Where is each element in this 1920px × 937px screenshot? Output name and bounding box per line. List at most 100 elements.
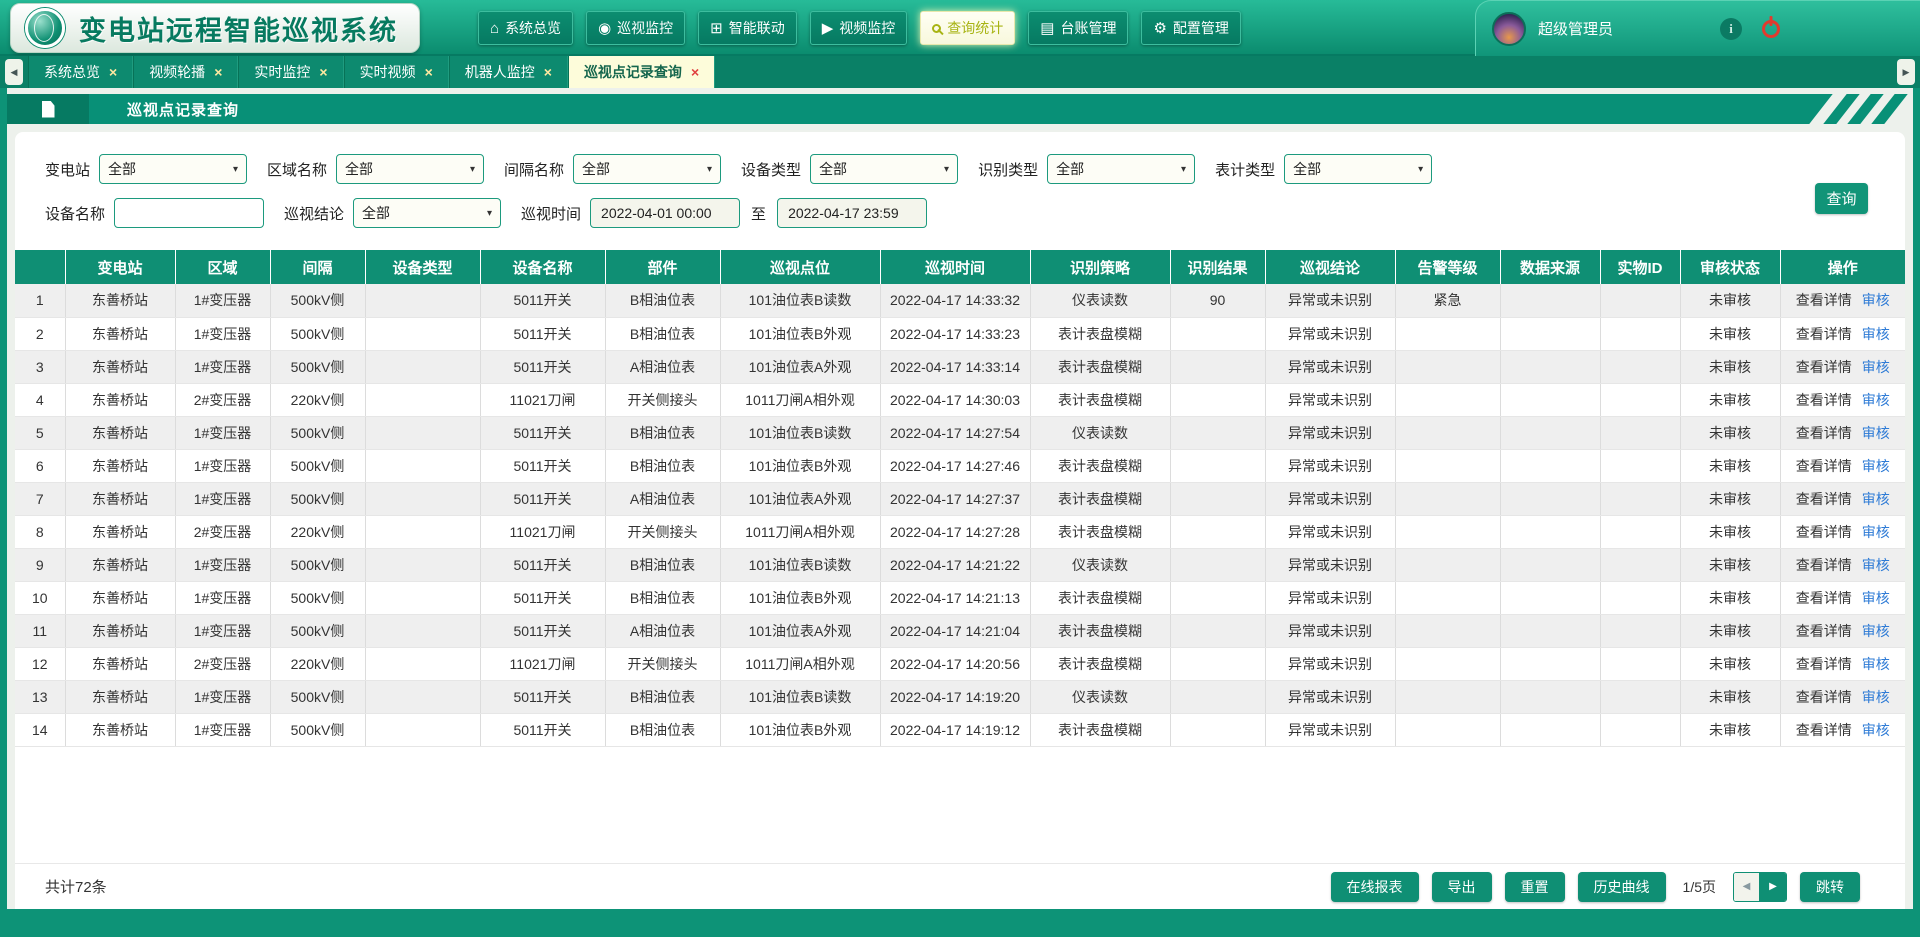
table-cell: 未审核 (1680, 647, 1780, 680)
tab-close-icon[interactable]: × (109, 65, 117, 79)
table-cell: 1#变压器 (175, 284, 270, 317)
table-cell: 2022-04-17 14:33:32 (880, 284, 1030, 317)
tab-realtime-monitor[interactable]: 实时监控× (238, 56, 343, 88)
table-cell (1500, 713, 1600, 746)
export-button[interactable]: 导出 (1432, 872, 1492, 902)
table-cell: 未审核 (1680, 581, 1780, 614)
table-row: 8东善桥站2#变压器220kV侧11021刀闸开关侧接头1011刀闸A相外观20… (15, 515, 1905, 548)
device-name-input[interactable] (114, 198, 264, 228)
time-from-input[interactable]: 2022-04-01 00:00 (590, 198, 740, 228)
meter-type-select[interactable]: 全部▾ (1284, 154, 1432, 184)
view-detail-link[interactable]: 查看详情 (1796, 722, 1852, 738)
nav-inspection-monitor[interactable]: ◉巡视监控 (586, 11, 685, 45)
nav-video-monitor[interactable]: ▶视频监控 (810, 11, 908, 45)
view-detail-link[interactable]: 查看详情 (1796, 656, 1852, 672)
nav-config[interactable]: ⚙配置管理 (1141, 11, 1240, 45)
view-detail-link[interactable]: 查看详情 (1796, 292, 1852, 308)
audit-link[interactable]: 审核 (1862, 590, 1890, 606)
conclusion-select[interactable]: 全部 ▾ (353, 198, 501, 228)
search-button[interactable]: 查询 (1815, 183, 1868, 214)
substation-select-label: 变电站 (45, 159, 90, 180)
table-cell (1500, 449, 1600, 482)
audit-link[interactable]: 审核 (1862, 623, 1890, 639)
state-grid-logo-icon (25, 8, 65, 48)
column-header: 设备名称 (480, 250, 605, 284)
tab-scroll-left-icon[interactable]: ◀ (5, 59, 23, 85)
view-detail-link[interactable]: 查看详情 (1796, 491, 1852, 507)
nav-ledger[interactable]: ▤台账管理 (1028, 11, 1128, 45)
tab-video-carousel[interactable]: 视频轮播× (133, 56, 238, 88)
view-detail-link[interactable]: 查看详情 (1796, 425, 1852, 441)
tab-close-icon[interactable]: × (425, 65, 433, 79)
audit-link[interactable]: 审核 (1862, 458, 1890, 474)
audit-link[interactable]: 审核 (1862, 524, 1890, 540)
tab-close-icon[interactable]: × (691, 65, 699, 79)
audit-link[interactable]: 审核 (1862, 689, 1890, 705)
audit-link[interactable]: 审核 (1862, 656, 1890, 672)
tab-realtime-video[interactable]: 实时视频× (344, 56, 449, 88)
audit-link[interactable]: 审核 (1862, 392, 1890, 408)
info-icon[interactable]: i (1720, 18, 1742, 40)
actions-cell: 查看详情审核 (1780, 680, 1905, 713)
jump-button[interactable]: 跳转 (1800, 872, 1860, 902)
user-avatar[interactable] (1492, 12, 1526, 46)
power-icon[interactable] (1762, 20, 1780, 38)
prev-page-icon[interactable]: ◀ (1734, 873, 1760, 901)
device-type-select-group: 设备类型全部▾ (741, 154, 958, 184)
device-type-select[interactable]: 全部▾ (810, 154, 958, 184)
table-cell: 异常或未识别 (1265, 350, 1395, 383)
logo-panel: 变电站远程智能巡视系统 (10, 3, 420, 53)
audit-link[interactable]: 审核 (1862, 491, 1890, 507)
bay-select[interactable]: 全部▾ (573, 154, 721, 184)
tab-system-overview[interactable]: 系统总览× (28, 56, 133, 88)
table-cell: 1#变压器 (175, 614, 270, 647)
table-cell: 未审核 (1680, 713, 1780, 746)
table-cell: 东善桥站 (65, 548, 175, 581)
audit-link[interactable]: 审核 (1862, 722, 1890, 738)
reset-button[interactable]: 重置 (1505, 872, 1565, 902)
view-detail-link[interactable]: 查看详情 (1796, 623, 1852, 639)
table-cell: B相油位表 (605, 548, 720, 581)
nav-query-stats[interactable]: 查询统计 (920, 11, 1015, 45)
view-detail-link[interactable]: 查看详情 (1796, 326, 1852, 342)
audit-link[interactable]: 审核 (1862, 359, 1890, 375)
audit-link[interactable]: 审核 (1862, 425, 1890, 441)
nav-overview[interactable]: ⌂系统总览 (478, 11, 573, 45)
view-detail-link[interactable]: 查看详情 (1796, 458, 1852, 474)
audit-link[interactable]: 审核 (1862, 326, 1890, 342)
page-indicator: 1/5页 (1683, 877, 1716, 897)
tab-scroll-right-icon[interactable]: ▶ (1897, 59, 1915, 85)
history-curve-button[interactable]: 历史曲线 (1578, 872, 1666, 902)
nav-smart-linkage[interactable]: ⊞智能联动 (698, 11, 797, 45)
tab-record-query[interactable]: 巡视点记录查询× (568, 56, 715, 88)
tab-robot-monitor[interactable]: 机器人监控× (449, 56, 568, 88)
online-report-button[interactable]: 在线报表 (1331, 872, 1419, 902)
audit-link[interactable]: 审核 (1862, 557, 1890, 573)
view-detail-link[interactable]: 查看详情 (1796, 524, 1852, 540)
query-card: 变电站全部▾区域名称全部▾间隔名称全部▾设备类型全部▾识别类型全部▾表计类型全部… (15, 132, 1905, 909)
table-cell: 未审核 (1680, 350, 1780, 383)
view-detail-link[interactable]: 查看详情 (1796, 359, 1852, 375)
view-detail-link[interactable]: 查看详情 (1796, 689, 1852, 705)
area-select[interactable]: 全部▾ (336, 154, 484, 184)
next-page-icon[interactable]: ▶ (1760, 873, 1786, 901)
column-header: 间隔 (270, 250, 365, 284)
tab-close-icon[interactable]: × (319, 65, 327, 79)
view-detail-link[interactable]: 查看详情 (1796, 590, 1852, 606)
tab-close-icon[interactable]: × (214, 65, 222, 79)
recognition-type-select[interactable]: 全部▾ (1047, 154, 1195, 184)
app-root: 变电站远程智能巡视系统 ⌂系统总览 ◉巡视监控 ⊞智能联动 ▶视频监控查询统计 ▤台账管… (0, 0, 1920, 937)
view-detail-link[interactable]: 查看详情 (1796, 392, 1852, 408)
audit-link[interactable]: 审核 (1862, 292, 1890, 308)
conclusion-group: 巡视结论 全部 ▾ (284, 198, 501, 228)
tab-close-icon[interactable]: × (544, 65, 552, 79)
row-index-cell: 7 (15, 482, 65, 515)
substation-select[interactable]: 全部▾ (99, 154, 247, 184)
table-cell (365, 350, 480, 383)
row-index-cell: 6 (15, 449, 65, 482)
doc-box (7, 94, 89, 124)
chevron-down-icon: ▾ (470, 164, 475, 175)
view-detail-link[interactable]: 查看详情 (1796, 557, 1852, 573)
time-to-input[interactable]: 2022-04-17 23:59 (777, 198, 927, 228)
actions-cell: 查看详情审核 (1780, 647, 1905, 680)
